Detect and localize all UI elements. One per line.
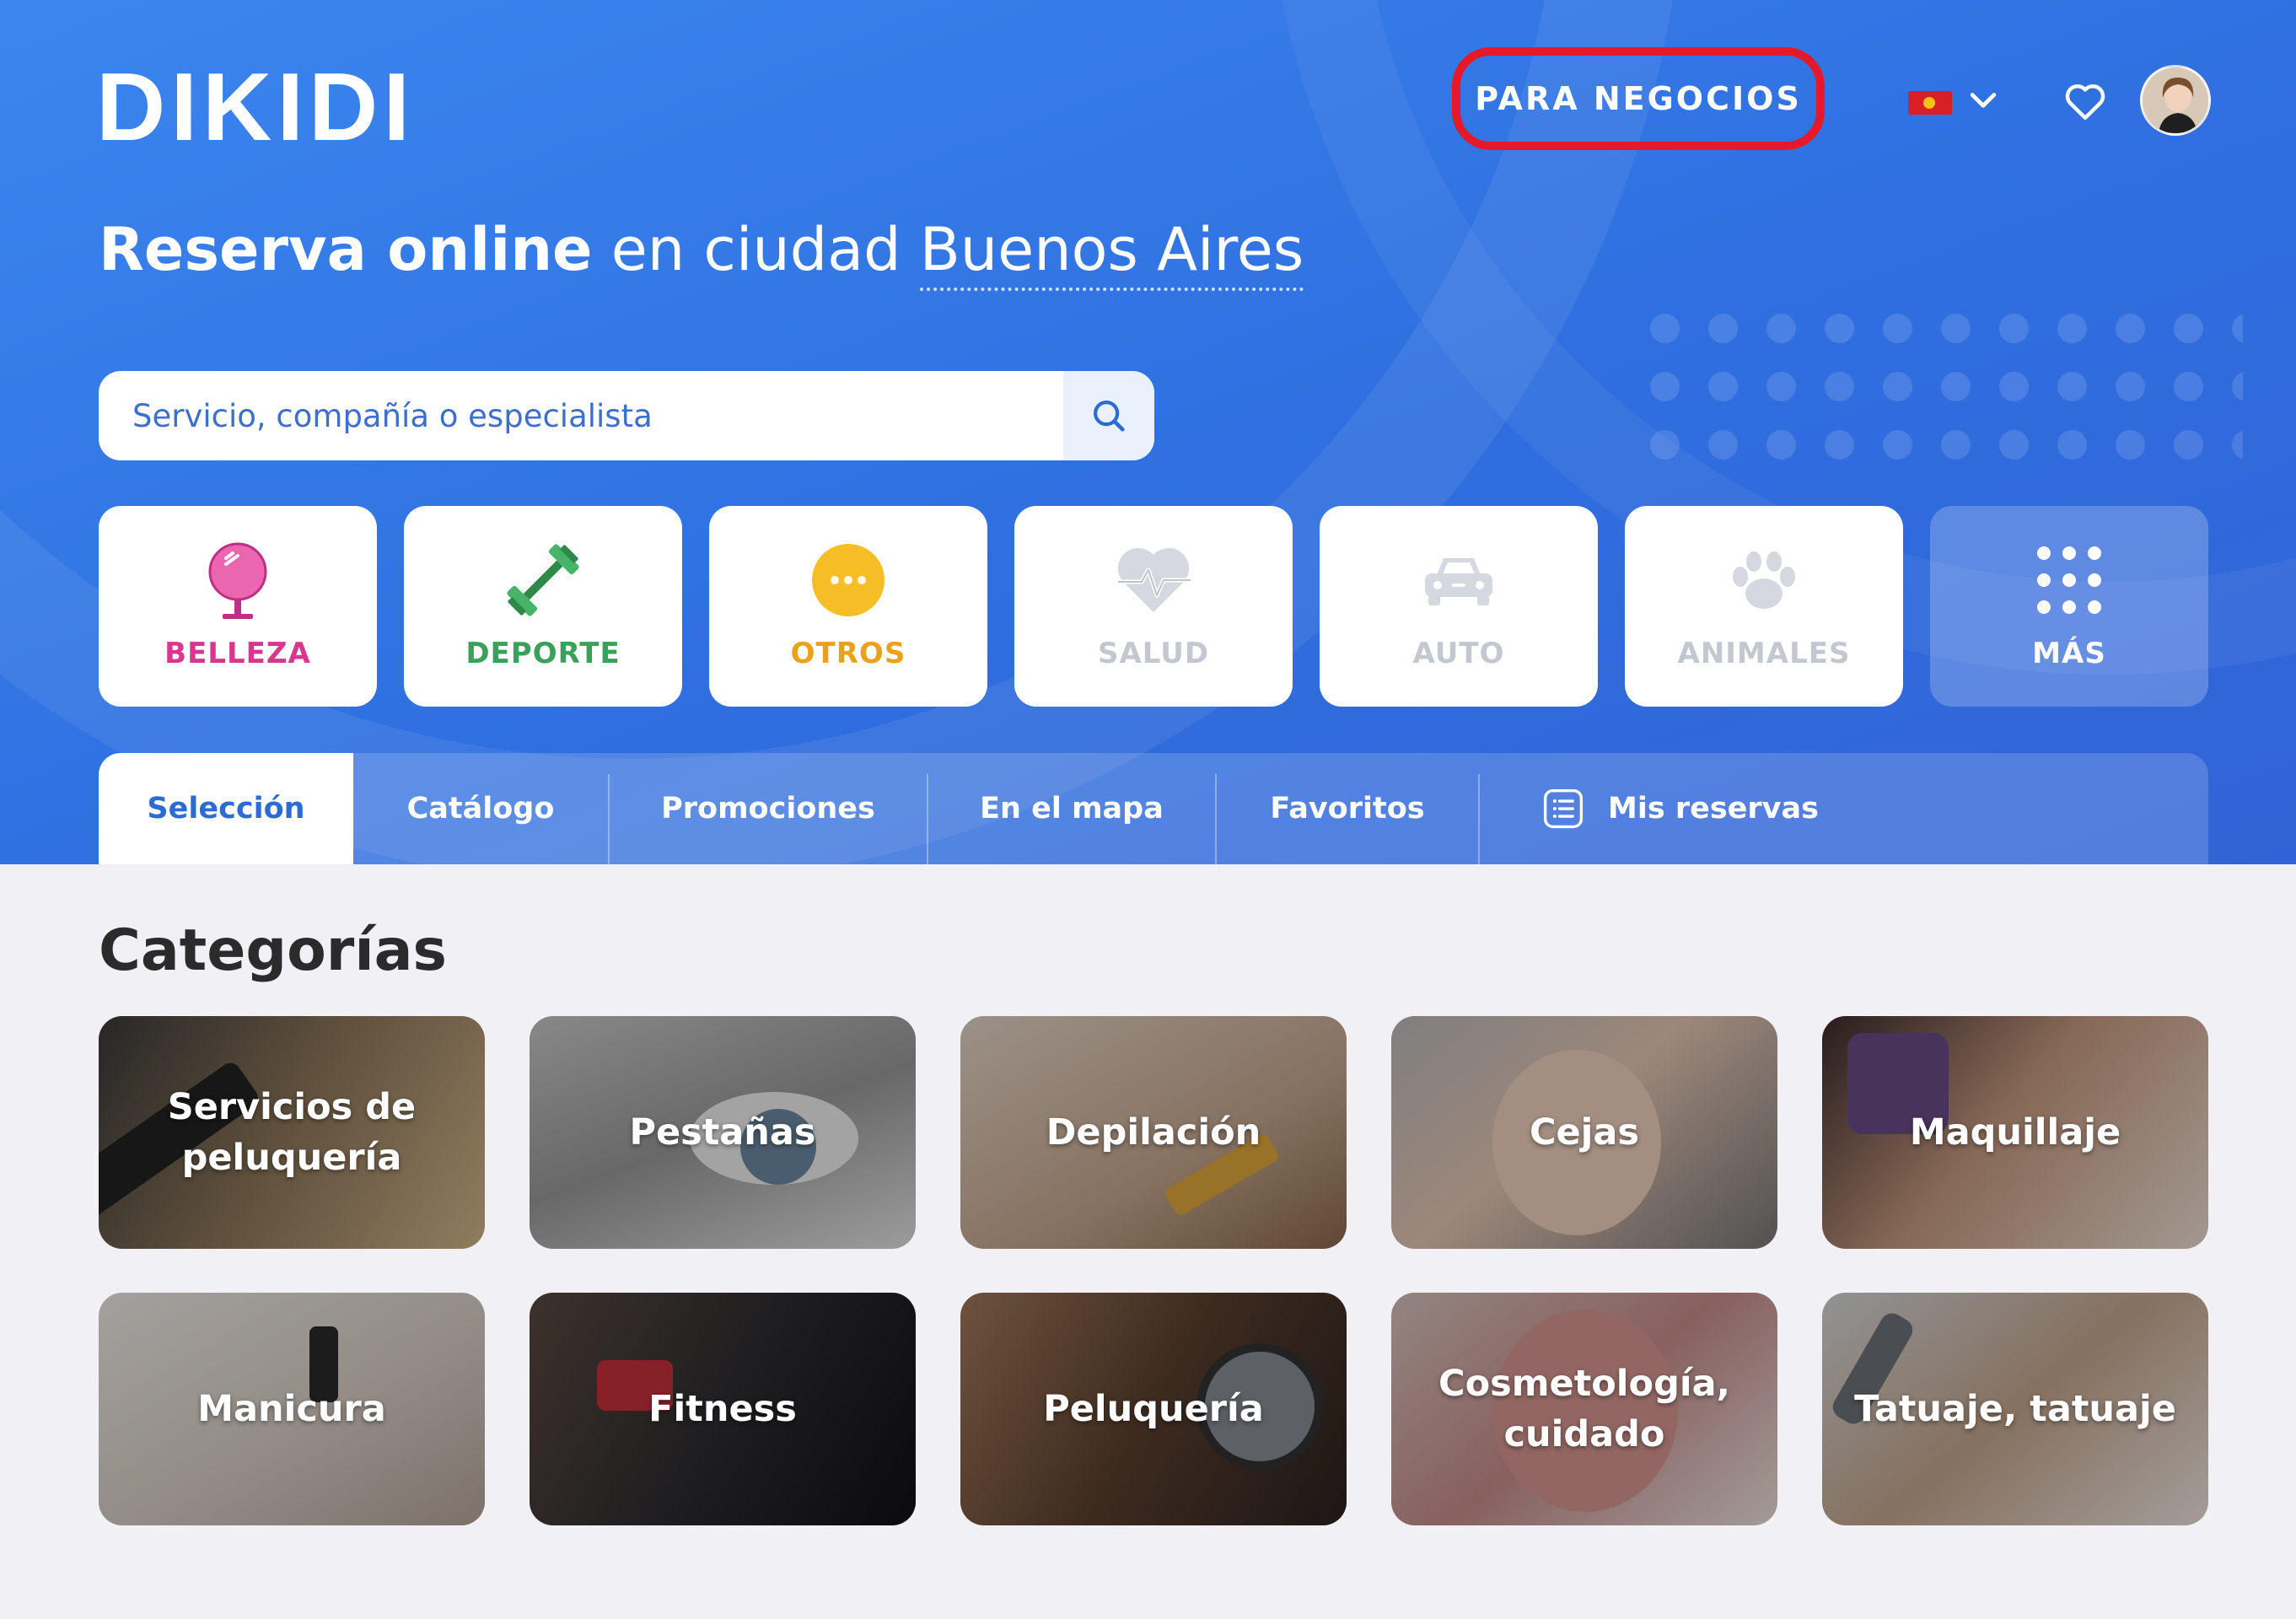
dikidi-logo[interactable]: DIKIDI	[96, 52, 415, 163]
tile-salud[interactable]: SALUD	[1014, 506, 1293, 707]
category-label: Tatuaje, tatuaje	[1854, 1387, 2176, 1430]
tile-deporte[interactable]: DEPORTE	[404, 506, 682, 707]
category-card-maquillaje[interactable]: Maquillaje	[1822, 1016, 2208, 1249]
grid-dots-icon	[2037, 546, 2101, 614]
category-label: Peluquería	[1043, 1387, 1264, 1430]
category-label: Depilación	[1046, 1111, 1261, 1154]
heart-icon[interactable]	[2062, 78, 2109, 125]
category-label: Fitness	[648, 1387, 797, 1430]
tile-otros[interactable]: OTROS	[709, 506, 987, 707]
para-negocios-button[interactable]: PARA NEGOCIOS	[1452, 47, 1825, 150]
nav-tabs: Selección Catálogo Promociones En el map…	[99, 753, 2208, 864]
tile-label: BELLEZA	[164, 637, 311, 670]
category-card-depilacion[interactable]: Depilación	[960, 1016, 1347, 1249]
tab-mis-reservas[interactable]: Mis reservas	[1480, 753, 1876, 864]
tile-label: OTROS	[790, 637, 906, 670]
headline-middle: en ciudad	[592, 215, 920, 284]
categories-title: Categorías	[99, 917, 448, 984]
tab-seleccion[interactable]: Selección	[99, 753, 353, 864]
tile-label: ANIMALES	[1677, 637, 1851, 670]
car-icon	[1425, 558, 1492, 605]
category-card-servicios-de-peluqueria[interactable]: Servicios de peluquería	[99, 1016, 485, 1249]
search-button[interactable]	[1063, 371, 1154, 460]
category-card-cosmetologia-cuidado[interactable]: Cosmetología, cuidado	[1391, 1293, 1777, 1525]
tab-catalogo[interactable]: Catálogo	[353, 753, 608, 864]
city-selector[interactable]: Buenos Aires	[919, 215, 1304, 291]
category-label: Pestañas	[629, 1111, 816, 1154]
search-icon	[1093, 400, 1125, 432]
dots-circle-icon	[812, 544, 885, 616]
user-avatar[interactable]	[2140, 65, 2211, 136]
tile-label: AUTO	[1412, 637, 1505, 670]
tab-en-el-mapa[interactable]: En el mapa	[928, 753, 1215, 864]
category-card-pestanas[interactable]: Pestañas	[530, 1016, 916, 1249]
portugal-flag-icon[interactable]	[1908, 91, 1952, 115]
category-label: Manicura	[197, 1387, 386, 1430]
search-bar	[99, 371, 1154, 460]
category-label: Cejas	[1529, 1111, 1640, 1154]
tile-label: SALUD	[1097, 637, 1210, 670]
category-card-manicura[interactable]: Manicura	[99, 1293, 485, 1525]
category-card-cejas[interactable]: Cejas	[1391, 1016, 1777, 1249]
search-input[interactable]	[99, 371, 1063, 460]
category-label: Maquillaje	[1909, 1111, 2121, 1154]
tile-label: DEPORTE	[465, 637, 621, 670]
tile-animales[interactable]: ANIMALES	[1625, 506, 1903, 707]
tile-mas[interactable]: MÁS	[1930, 506, 2208, 707]
tab-promociones[interactable]: Promociones	[610, 753, 927, 864]
tab-label: Mis reservas	[1608, 792, 1819, 826]
list-icon	[1543, 788, 1584, 829]
dumbbell-icon	[507, 544, 579, 616]
headline-strong: Reserva online	[99, 215, 593, 284]
paw-icon	[1733, 551, 1795, 609]
heart-pulse-icon	[1117, 547, 1191, 612]
tile-belleza[interactable]: BELLEZA	[99, 506, 377, 707]
tab-favoritos[interactable]: Favoritos	[1217, 753, 1478, 864]
category-card-fitness[interactable]: Fitness	[530, 1293, 916, 1525]
tile-label: MÁS	[2032, 637, 2106, 670]
category-card-peluqueria[interactable]: Peluquería	[960, 1293, 1347, 1525]
category-card-tatuaje-tatuaje[interactable]: Tatuaje, tatuaje	[1822, 1293, 2208, 1525]
mirror-icon	[208, 542, 267, 619]
category-label: Servicios de peluquería	[167, 1085, 417, 1179]
hero-headline: Reserva online en ciudad Buenos Aires	[99, 215, 1304, 291]
hero-banner: DIKIDI PARA NEGOCIOS Reserva online en c…	[0, 0, 2296, 864]
category-label: Cosmetología, cuidado	[1438, 1362, 1730, 1455]
tile-auto[interactable]: AUTO	[1320, 506, 1598, 707]
background-dot-pattern	[1636, 299, 2243, 485]
chevron-down-icon[interactable]	[1965, 81, 2002, 118]
